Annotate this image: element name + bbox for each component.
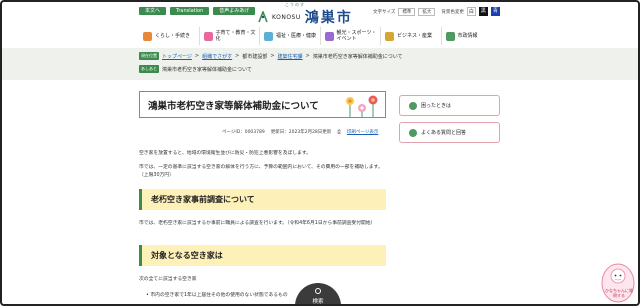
list-item-text: 市内の空き家で1年以上居住その他の使用のない状態であるもの (150, 293, 288, 298)
nav-item-childcare[interactable]: 子育て・教育・文化 (198, 27, 260, 45)
footprint-breadcrumb: あしあと 鴻巣市老朽空き家等解体補助金について (139, 65, 252, 73)
flower-decoration-icon (346, 95, 378, 117)
print-icon: ⎙ (337, 130, 341, 135)
breadcrumb: 現在位置 トップページ > 組織でさがす > 都市建設部 > 建築住宅課 > 鴻… (139, 52, 403, 60)
global-nav: くらし・手続き 子育て・教育・文化 福祉・医療・健康 観光・スポーツ・イベント … (139, 27, 501, 45)
search-button[interactable]: 検索 (295, 283, 341, 306)
current-location-tag: 現在位置 (139, 52, 159, 60)
updated-date: 更新日：2023年2月28日更新 (270, 130, 332, 135)
faq-label: よくある質問と回答 (421, 130, 467, 136)
subsidy-paragraph: 市では、一定の基準に該当する空き家の解体を行う方に、予算の範囲内において、その費… (139, 165, 383, 178)
section-heading-survey: 老朽空き家事前調査について (139, 189, 386, 210)
intro-paragraph: 空き家を放置すると、地域の環境衛生並びに防災・防犯上悪影響を及ぼします。 (139, 151, 312, 156)
search-icon (315, 288, 321, 294)
nav-item-label: くらし・手続き (155, 33, 191, 39)
page-title: 鴻巣市老朽空き家等解体補助金について (148, 101, 319, 112)
section-heading-text: 対象となる空き家は (151, 251, 223, 260)
logo-mark-icon (258, 11, 268, 23)
flag-icon (324, 31, 334, 41)
trouble-help-button[interactable]: 困ったときは (399, 95, 500, 116)
skip-to-content-button[interactable]: 本文へ (139, 7, 167, 15)
breadcrumb-link-department[interactable]: 都市建設部 (242, 53, 267, 60)
nav-item-label: 子育て・教育・文化 (215, 30, 256, 42)
list-item: • 市内の空き家で1年以上居住その他の使用のない状態であるもの (146, 293, 288, 298)
nav-item-label: 福祉・医療・健康 (276, 33, 317, 39)
breadcrumb-link-organization[interactable]: 組織でさがす (202, 53, 232, 60)
section-heading-target: 対象となる空き家は (139, 245, 386, 266)
logo-english: KONOSU (272, 13, 301, 21)
question-icon (409, 101, 417, 110)
breadcrumb-link-section[interactable]: 建築住宅課 (278, 53, 303, 60)
top-button-group: 本文へ Translation 音声よみあげ (139, 7, 256, 15)
text-size-label: 文字サイズ (373, 9, 396, 15)
mascot-text: ひなちゃんに質問する (605, 288, 633, 298)
color-change-label: 背景色変更 (441, 9, 464, 15)
child-icon (203, 31, 213, 41)
building-icon (445, 31, 455, 41)
health-icon (264, 31, 273, 41)
faq-icon (409, 128, 417, 137)
site-header: 本文へ Translation 音声よみあげ KONOSU こうのす 鴻巣市 文… (0, 0, 640, 48)
nav-item-living[interactable]: くらし・手続き (139, 27, 199, 45)
nav-item-business[interactable]: ビジネス・産業 (380, 27, 441, 45)
text-size-enlarge-button[interactable]: 拡大 (418, 7, 436, 16)
target-paragraph: 次の全てに該当する空き家 (139, 277, 197, 282)
nav-item-tourism[interactable]: 観光・スポーツ・イベント (319, 27, 381, 45)
footprint-current: 鴻巣市老朽空き家等解体補助金について (162, 66, 252, 73)
nav-item-welfare[interactable]: 福祉・医療・健康 (259, 27, 320, 45)
home-icon (143, 31, 152, 41)
page-meta: ページID：0003789 更新日：2023年2月28日更新 ⎙ 印刷ページ表示 (222, 129, 378, 135)
page-title-box: 鴻巣市老朽空き家等解体補助金について (139, 91, 386, 118)
page-id: ページID：0003789 (222, 130, 265, 135)
footprint-tag: あしあと (139, 65, 159, 73)
nav-item-label: 市政情報 (457, 33, 478, 39)
color-white-button[interactable]: 白 (466, 7, 476, 16)
utility-controls: 文字サイズ 標準 拡大 背景色変更 白 黒 青 (373, 7, 500, 16)
trouble-help-label: 困ったときは (421, 103, 452, 109)
search-label: 検索 (312, 299, 324, 305)
logo-kana: こうのす (285, 2, 305, 7)
color-black-button[interactable]: 黒 (478, 7, 488, 16)
text-size-standard-button[interactable]: 標準 (398, 7, 416, 16)
nav-item-label: 観光・スポーツ・イベント (336, 30, 377, 42)
translation-button[interactable]: Translation (170, 7, 210, 15)
print-page-link[interactable]: 印刷ページ表示 (347, 129, 378, 135)
nav-item-label: ビジネス・産業 (397, 33, 433, 39)
faq-button[interactable]: よくある質問と回答 (399, 122, 500, 143)
site-name: 鴻巣市 (304, 10, 353, 26)
breadcrumb-link-top[interactable]: トップページ (162, 53, 192, 60)
color-blue-button[interactable]: 青 (490, 7, 500, 16)
read-aloud-button[interactable]: 音声よみあげ (213, 7, 256, 15)
briefcase-icon (385, 31, 394, 41)
nav-item-city-info[interactable]: 市政情報 (440, 27, 502, 45)
breadcrumb-current: 鴻巣市老朽空き家等解体補助金について (312, 53, 403, 60)
site-logo[interactable]: KONOSU こうのす 鴻巣市 (258, 2, 353, 27)
section-heading-text: 老朽空き家事前調査について (151, 195, 255, 204)
survey-paragraph: 市では、老朽空き家に該当するか事前に職員による調査を行います。（令和4年6月1日… (139, 221, 376, 226)
